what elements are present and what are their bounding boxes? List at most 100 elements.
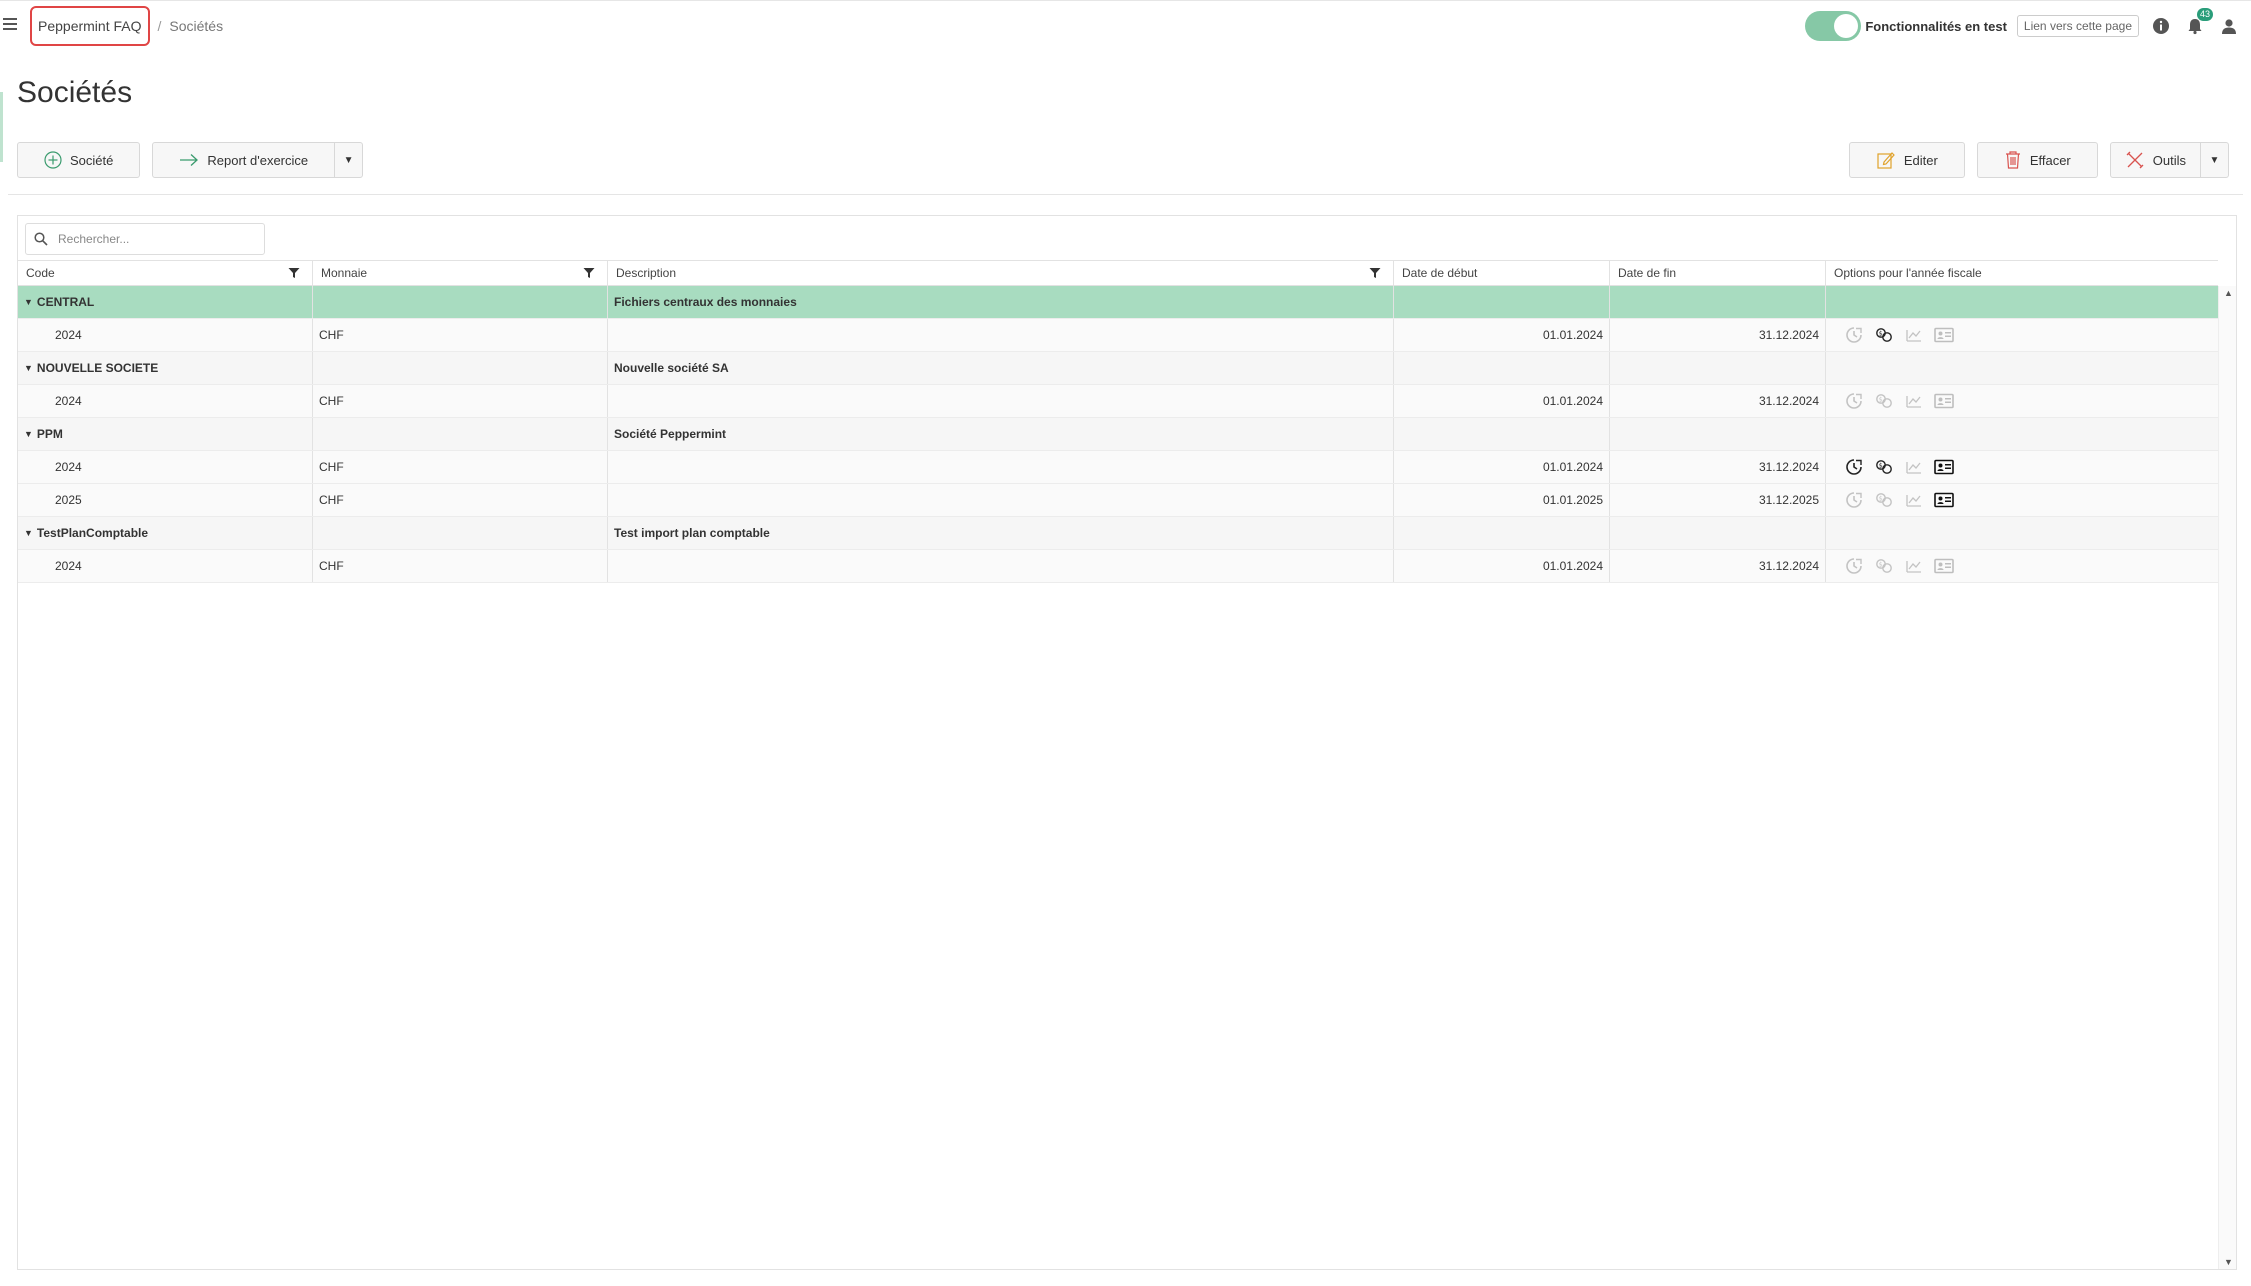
column-label: Date de fin <box>1618 266 1677 280</box>
toggle-knob <box>1834 14 1859 38</box>
id-card-icon[interactable] <box>1934 457 1954 477</box>
group-code: NOUVELLE SOCIETE <box>36 361 159 375</box>
cell-options <box>1826 517 2218 549</box>
info-icon[interactable] <box>2149 14 2173 38</box>
chart-icon[interactable] <box>1904 490 1924 510</box>
table-row[interactable]: 2024 CHF 01.01.2024 31.12.2024 $ <box>18 550 2218 583</box>
svg-text:$: $ <box>1879 396 1883 403</box>
id-card-icon[interactable] <box>1934 325 1954 345</box>
id-card-icon[interactable] <box>1934 556 1954 576</box>
cell-options <box>1826 286 2218 318</box>
filter-icon[interactable] <box>288 267 300 279</box>
table-row[interactable]: 2024 CHF 01.01.2024 31.12.2024 $ <box>18 385 2218 418</box>
scroll-up-icon[interactable]: ▲ <box>2224 288 2233 298</box>
currency-exchange-icon[interactable]: $ <box>1874 457 1894 477</box>
page-link-button[interactable]: Lien vers cette page <box>2016 15 2139 37</box>
search-input[interactable] <box>58 232 248 246</box>
column-header-start-date[interactable]: Date de début <box>1394 261 1610 285</box>
expand-caret-icon[interactable]: ▼ <box>24 363 33 373</box>
cell-currency: CHF <box>313 484 608 516</box>
table-row[interactable]: 2025 CHF 01.01.2025 31.12.2025 $ <box>18 484 2218 517</box>
column-header-fiscal-options[interactable]: Options pour l'année fiscale <box>1826 261 2218 285</box>
clock-icon[interactable] <box>1844 325 1864 345</box>
currency-exchange-icon[interactable]: $ <box>1874 556 1894 576</box>
column-header-currency[interactable]: Monnaie <box>313 261 608 285</box>
header-actions: Fonctionnalités en test Lien vers cette … <box>1805 8 2241 41</box>
currency-exchange-icon[interactable]: $ <box>1874 391 1894 411</box>
cell-description: Fichiers centraux des monnaies <box>608 286 1394 318</box>
column-label: Date de début <box>1402 266 1478 280</box>
id-card-icon[interactable] <box>1934 490 1954 510</box>
notifications-button[interactable]: 43 <box>2183 8 2213 38</box>
page-title: Sociétés <box>17 76 133 109</box>
toolbar-divider <box>8 194 2243 195</box>
breadcrumb-home-link[interactable]: Peppermint FAQ <box>30 6 150 46</box>
cell-currency <box>313 352 608 384</box>
svg-text:$: $ <box>1879 495 1883 502</box>
scroll-down-icon[interactable]: ▼ <box>2224 1257 2233 1267</box>
cell-start-date: 01.01.2024 <box>1394 550 1610 582</box>
start-date: 01.01.2024 <box>1542 328 1603 342</box>
currency-exchange-icon[interactable]: $ <box>1874 325 1894 345</box>
fiscal-year: 2024 <box>55 559 82 573</box>
table-header: Code Monnaie Description Date de début D… <box>18 260 2218 286</box>
expand-caret-icon[interactable]: ▼ <box>24 297 33 307</box>
top-bar: Peppermint FAQ / Sociétés Fonctionnalité… <box>0 0 2251 52</box>
tools-button[interactable]: Outils ▼ <box>2109 142 2229 178</box>
vertical-scrollbar[interactable]: ▲ ▼ <box>2218 286 2236 1269</box>
table-row-group[interactable]: ▼ NOUVELLE SOCIETE Nouvelle société SA <box>18 352 2218 385</box>
clock-icon[interactable] <box>1844 391 1864 411</box>
cell-options <box>1826 352 2218 384</box>
fiscal-options: $ <box>1832 490 1954 510</box>
table-row[interactable]: 2024 CHF 01.01.2024 31.12.2024 $ <box>18 451 2218 484</box>
id-card-icon[interactable] <box>1934 391 1954 411</box>
side-accent <box>0 92 3 162</box>
edit-button[interactable]: Editer <box>1848 142 1965 178</box>
column-header-end-date[interactable]: Date de fin <box>1610 261 1826 285</box>
column-label: Options pour l'année fiscale <box>1834 266 1982 280</box>
menu-icon[interactable] <box>3 18 17 32</box>
column-header-code[interactable]: Code <box>18 261 313 285</box>
delete-button[interactable]: Effacer <box>1976 142 2098 178</box>
cell-year: 2024 <box>18 550 313 582</box>
expand-caret-icon[interactable]: ▼ <box>24 528 33 538</box>
clock-icon[interactable] <box>1844 457 1864 477</box>
clock-icon[interactable] <box>1844 490 1864 510</box>
user-icon[interactable] <box>2217 14 2241 38</box>
add-company-button[interactable]: Société <box>17 142 141 178</box>
table-body: ▼ CENTRAL Fichiers centraux des monnaies … <box>18 286 2218 583</box>
carry-forward-button[interactable]: Report d'exercice ▼ <box>152 142 364 178</box>
column-header-description[interactable]: Description <box>608 261 1394 285</box>
cell-end-date: 31.12.2024 <box>1610 319 1826 351</box>
currency-exchange-icon[interactable]: $ <box>1874 490 1894 510</box>
group-code: TestPlanComptable <box>36 526 149 540</box>
delete-label: Effacer <box>2029 152 2071 168</box>
table-row[interactable]: 2024 CHF 01.01.2024 31.12.2024 $ <box>18 319 2218 352</box>
table-row-group[interactable]: ▼ TestPlanComptable Test import plan comp… <box>18 517 2218 550</box>
cell-code: ▼ NOUVELLE SOCIETE <box>18 352 313 384</box>
cell-start-date <box>1394 517 1610 549</box>
filter-icon[interactable] <box>583 267 595 279</box>
cell-currency: CHF <box>313 385 608 417</box>
clock-icon[interactable] <box>1844 556 1864 576</box>
add-company-label: Société <box>70 152 114 168</box>
filter-icon[interactable] <box>1369 267 1381 279</box>
arrow-right-icon <box>180 154 199 166</box>
chart-icon[interactable] <box>1904 325 1924 345</box>
chart-icon[interactable] <box>1904 391 1924 411</box>
start-date: 01.01.2024 <box>1542 394 1603 408</box>
expand-caret-icon[interactable]: ▼ <box>24 429 33 439</box>
chart-icon[interactable] <box>1904 457 1924 477</box>
tools-dropdown-icon[interactable]: ▼ <box>2200 143 2228 177</box>
column-label: Code <box>26 266 55 280</box>
cell-currency <box>313 418 608 450</box>
chart-icon[interactable] <box>1904 556 1924 576</box>
table-row-group[interactable]: ▼ PPM Société Peppermint <box>18 418 2218 451</box>
feature-test-toggle[interactable] <box>1805 11 1862 41</box>
cell-description: Nouvelle société SA <box>608 352 1394 384</box>
svg-text:$: $ <box>1879 330 1883 337</box>
tools-label: Outils <box>2152 152 2186 168</box>
carry-forward-dropdown-icon[interactable]: ▼ <box>334 143 362 177</box>
fiscal-options: $ <box>1832 325 1954 345</box>
table-row-group[interactable]: ▼ CENTRAL Fichiers centraux des monnaies <box>18 286 2218 319</box>
